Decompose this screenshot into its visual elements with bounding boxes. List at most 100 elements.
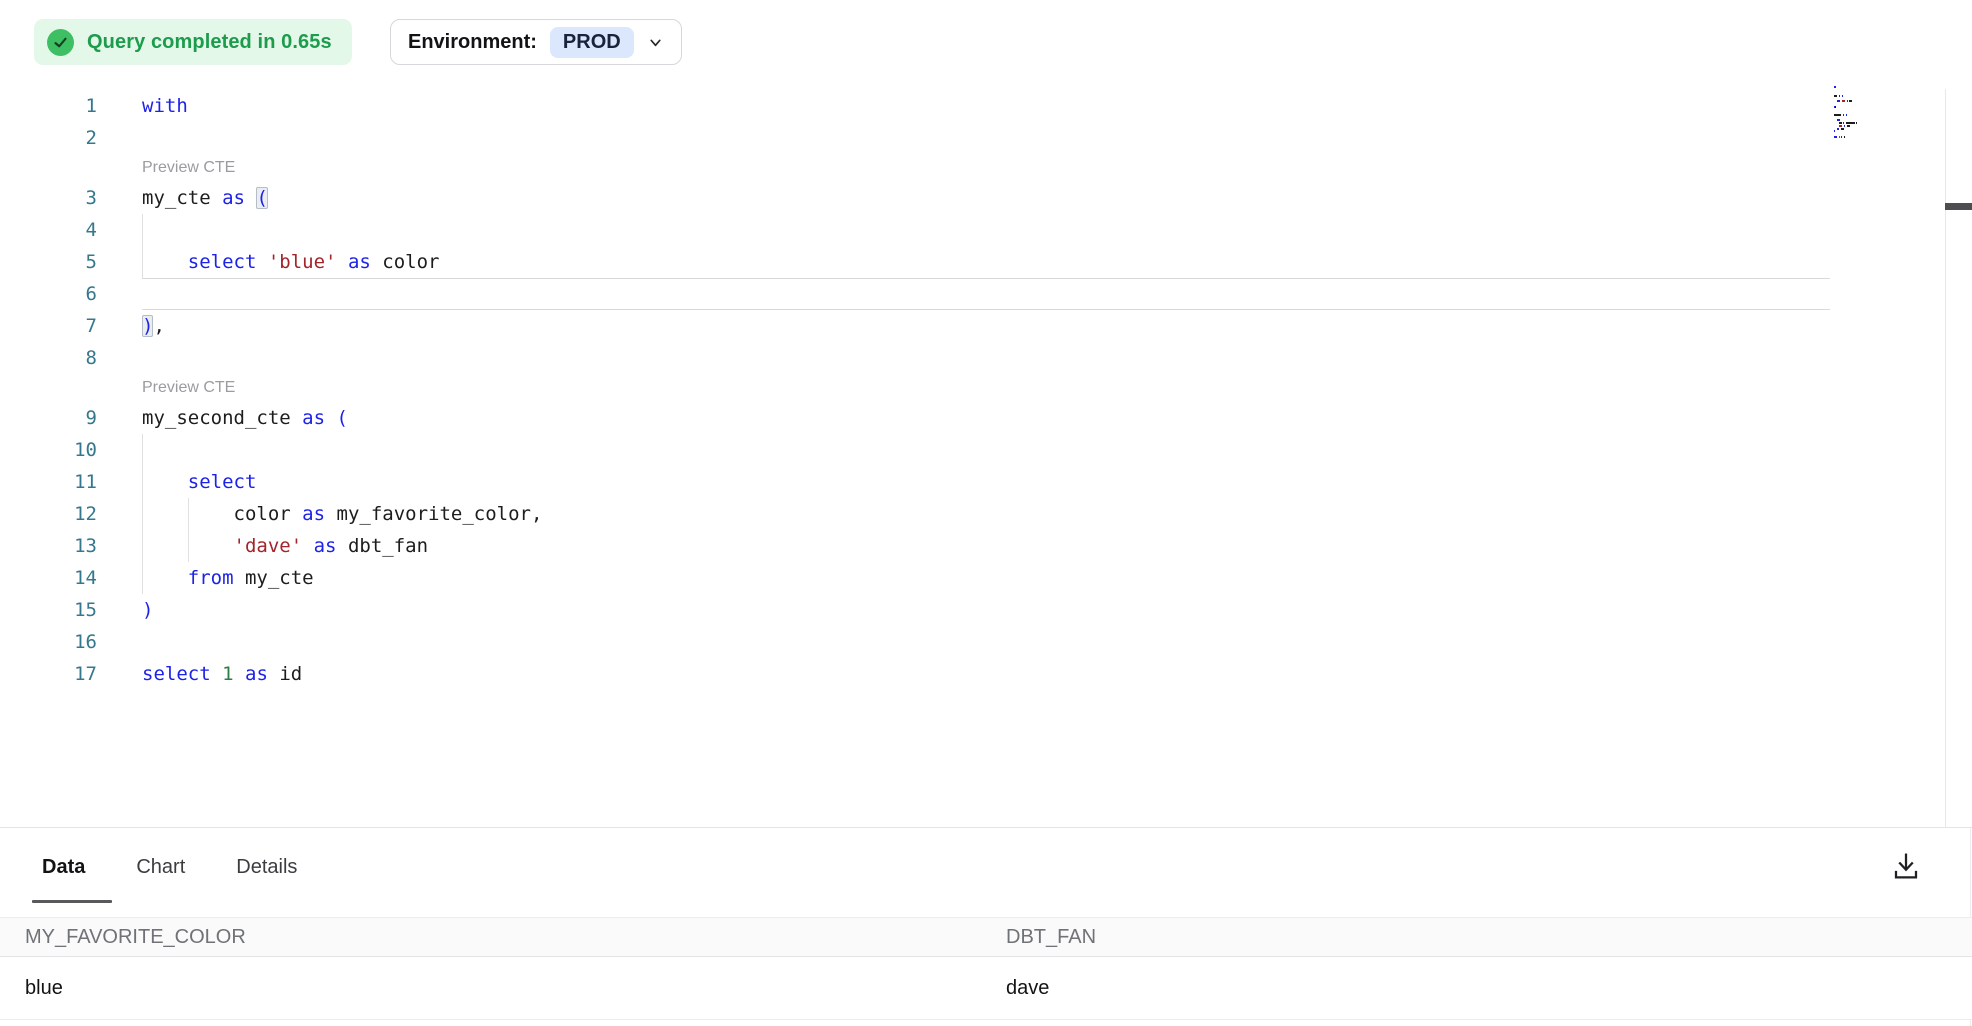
code-token: , [153, 315, 164, 337]
code-line-content [142, 214, 1830, 246]
code-line[interactable]: 4 [0, 214, 1972, 246]
code-token: select [188, 471, 257, 493]
tab-chart[interactable]: Chart [136, 856, 185, 879]
code-line[interactable]: 16 [0, 626, 1972, 658]
code-line[interactable]: 10 [0, 434, 1972, 466]
editor-scrollbar-track[interactable] [1945, 89, 1972, 827]
line-number[interactable]: 2 [0, 122, 97, 154]
environment-selector[interactable]: Environment: PROD [390, 19, 682, 65]
line-number[interactable]: 7 [0, 310, 97, 342]
code-line[interactable]: 9my_second_cte as ( [0, 402, 1972, 434]
code-line[interactable]: 15) [0, 594, 1972, 626]
indent-guide [142, 466, 143, 498]
code-line[interactable]: 11 select [0, 466, 1972, 498]
code-token: my_favorite_color [337, 503, 531, 525]
minimap-gap [1840, 119, 1841, 121]
code-token [234, 567, 245, 589]
code-token: select [142, 663, 211, 685]
column-header: DBT_FAN [1006, 926, 1972, 949]
minimap-gap [1836, 106, 1837, 108]
code-line-content: ) [142, 594, 1830, 626]
preview-cte-label[interactable]: Preview CTE [142, 154, 235, 182]
minimap-gap [1850, 125, 1851, 127]
tab-details[interactable]: Details [236, 856, 297, 879]
line-number[interactable]: 10 [0, 434, 97, 466]
indent-guide [142, 434, 143, 466]
code-line[interactable]: 17select 1 as id [0, 658, 1972, 690]
line-number[interactable]: 9 [0, 402, 97, 434]
line-number[interactable]: 17 [0, 658, 97, 690]
code-token: id [279, 663, 302, 685]
code-line-content: from my_cte [142, 562, 1830, 594]
line-number[interactable]: 15 [0, 594, 97, 626]
code-line-content: color as my_favorite_color, [142, 498, 1830, 530]
code-line[interactable]: 7), [0, 310, 1972, 342]
indent-guide [188, 498, 189, 530]
line-number[interactable]: 4 [0, 214, 97, 246]
code-token: from [188, 567, 234, 589]
code-line-content [142, 342, 1830, 374]
code-line-content: 'dave' as dbt_fan [142, 530, 1830, 562]
line-number[interactable]: 8 [0, 342, 97, 374]
code-token [302, 535, 313, 557]
minimap-gap [1836, 86, 1837, 88]
indent-guide [142, 562, 143, 594]
indent-guide [142, 498, 143, 530]
environment-label: Environment: [408, 31, 537, 54]
editor-scrollbar-thumb[interactable] [1945, 203, 1972, 210]
line-number[interactable]: 5 [0, 246, 97, 278]
code-line[interactable]: 13 'dave' as dbt_fan [0, 530, 1972, 562]
line-number[interactable]: 16 [0, 626, 97, 658]
code-line[interactable]: 5 select 'blue' as color [0, 246, 1972, 278]
code-token [142, 471, 188, 493]
code-line[interactable]: 8 [0, 342, 1972, 374]
download-icon [1890, 850, 1922, 882]
code-line-content: with [142, 90, 1830, 122]
tab-data[interactable]: Data [42, 856, 85, 879]
matched-bracket: ) [142, 315, 153, 337]
code-token [371, 251, 382, 273]
editor-minimap[interactable] [1834, 86, 1894, 138]
code-token: 'dave' [234, 535, 303, 557]
results-tab-bar: Data Chart Details [42, 856, 297, 879]
results-table-header: MY_FAVORITE_COLORDBT_FAN [0, 917, 1972, 957]
code-line[interactable]: 3my_cte as ( [0, 182, 1972, 214]
line-number[interactable]: 6 [0, 278, 97, 310]
code-line-content [142, 434, 1830, 466]
line-number[interactable]: 12 [0, 498, 97, 530]
line-number[interactable]: 1 [0, 90, 97, 122]
code-token [211, 187, 222, 209]
code-token: select [188, 251, 257, 273]
minimap-gap [1857, 122, 1858, 124]
code-token: dbt_fan [348, 535, 428, 557]
table-cell: blue [0, 977, 1006, 1000]
code-token [142, 567, 188, 589]
code-line[interactable]: 12 color as my_favorite_color, [0, 498, 1972, 530]
gutter-spacer [0, 374, 97, 402]
minimap-gap [1835, 130, 1836, 132]
sql-editor-screen: Query completed in 0.65s Environment: PR… [0, 0, 1972, 1026]
code-line-content: ), [142, 310, 1830, 342]
preview-cte-label[interactable]: Preview CTE [142, 374, 235, 402]
line-number[interactable]: 14 [0, 562, 97, 594]
download-results-button[interactable] [1884, 844, 1928, 888]
code-token [325, 503, 336, 525]
preview-cte-label-row: Preview CTE [0, 374, 1972, 402]
code-line-content [142, 122, 1830, 154]
code-token: 1 [222, 663, 233, 685]
panel-divider [0, 827, 1972, 828]
code-token: with [142, 95, 188, 117]
code-token [234, 663, 245, 685]
line-number[interactable]: 13 [0, 530, 97, 562]
code-token: as [222, 187, 245, 209]
line-number[interactable]: 11 [0, 466, 97, 498]
code-line[interactable]: 1 with [0, 90, 1972, 122]
minimap-line [1834, 136, 1894, 139]
code-token [325, 407, 336, 429]
code-line[interactable]: 6 [0, 278, 1972, 310]
code-line[interactable]: 14 from my_cte [0, 562, 1972, 594]
code-line[interactable]: 2 [0, 122, 1972, 154]
code-editor[interactable]: 1with2Preview CTE3my_cte as (45 select '… [0, 90, 1972, 690]
code-token: as [314, 535, 337, 557]
line-number[interactable]: 3 [0, 182, 97, 214]
